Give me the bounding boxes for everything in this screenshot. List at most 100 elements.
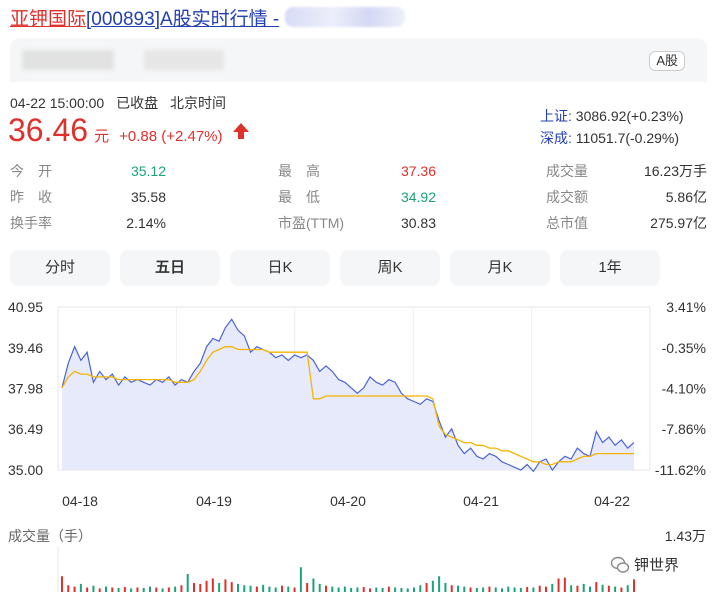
volume-bar — [274, 587, 277, 592]
stock-name-link[interactable]: 亚钾国际 — [10, 4, 86, 31]
volume-bar — [111, 587, 114, 592]
volume-max-label: 1.43万 — [665, 528, 706, 544]
volume-bar — [224, 579, 227, 592]
volume-label: 成交量（手） — [8, 528, 92, 544]
x-tick-label: 04-19 — [196, 493, 232, 509]
stat-value: 35.12 — [130, 163, 166, 179]
y-tick-label: 40.95 — [8, 299, 43, 315]
volume-bar — [67, 585, 70, 592]
volume-bar — [281, 585, 283, 592]
volume-bar — [469, 587, 472, 592]
tab-4[interactable]: 月K — [450, 250, 550, 286]
y-tick-label: 35.00 — [8, 462, 43, 478]
market-badge: A股 — [649, 51, 685, 71]
volume-bar — [488, 586, 491, 592]
volume-bar — [299, 567, 302, 592]
up-arrow-icon — [232, 122, 249, 139]
tab-2[interactable]: 日K — [230, 250, 330, 286]
volume-bar — [582, 583, 585, 592]
volume-bar — [312, 578, 315, 592]
stat-label: 成交额 — [546, 189, 588, 205]
volume-bar — [532, 587, 535, 592]
volume-bar — [431, 580, 434, 592]
volume-bar — [237, 583, 239, 592]
volume-bar — [79, 583, 82, 592]
current-price: 36.46 — [8, 112, 89, 148]
volume-bar — [155, 587, 158, 592]
volume-bar — [325, 585, 327, 592]
x-tick-label: 04-22 — [594, 493, 630, 509]
volume-bar — [570, 585, 573, 592]
volume-bar — [595, 582, 598, 592]
volume-bar — [538, 585, 541, 592]
volume-bar — [419, 585, 422, 592]
volume-bar — [230, 582, 233, 592]
volume-bar — [438, 576, 441, 592]
index-row-sz[interactable]: 深成: 11051.7(-0.29%) — [540, 127, 684, 149]
stat-label: 成交量 — [546, 163, 588, 179]
volume-bar — [601, 584, 604, 592]
volume-bar — [255, 586, 258, 592]
pct-tick-label: -0.35% — [662, 340, 706, 356]
volume-bar — [337, 587, 340, 592]
volume-bar — [180, 585, 183, 592]
volume-bar — [501, 588, 503, 592]
volume-bar — [425, 583, 428, 592]
volume-bar — [130, 588, 133, 592]
volume-bar — [199, 583, 202, 592]
y-tick-label: 39.46 — [8, 340, 43, 356]
index-row-sh[interactable]: 上证: 3086.92(+0.23%) — [540, 105, 684, 127]
volume-bar — [463, 586, 466, 592]
volume-bar — [105, 586, 107, 592]
volume-bar — [343, 586, 346, 592]
volume-bar — [356, 587, 359, 592]
volume-bar — [205, 580, 208, 592]
volume-bar — [457, 585, 459, 592]
tab-0[interactable]: 分时 — [10, 250, 110, 286]
volume-bar — [526, 587, 529, 592]
volume-bar — [387, 586, 390, 592]
pct-tick-label: -11.62% — [655, 462, 706, 478]
stat-value: 2.14% — [126, 215, 166, 231]
quote-datetime: 04-22 15:00:00 — [10, 95, 105, 111]
stat-value: 16.23万手 — [643, 163, 707, 179]
stat-value: 34.92 — [400, 189, 436, 205]
volume-bar — [98, 588, 101, 592]
quote-stats: 今 开 35.12 最 高 37.36 成交量 16.23万手昨 收 35.58 最 低 34.… — [10, 160, 707, 238]
volume-bar — [482, 587, 485, 592]
index-label[interactable]: 上证: — [540, 108, 572, 124]
price-block: 36.46 元 +0.88 (+2.47%) — [8, 112, 251, 149]
stat-row: 换手率 2.14% 市盈(TTM) 30.83 总市值 275.97亿 — [10, 212, 707, 238]
tab-3[interactable]: 周K — [340, 250, 440, 286]
stat-label: 最 低 — [278, 189, 320, 205]
tab-1[interactable]: 五日 — [120, 250, 220, 286]
volume-bar — [394, 587, 397, 592]
volume-bar — [92, 585, 95, 592]
volume-bar — [507, 586, 510, 592]
stat-value: 30.83 — [400, 215, 436, 231]
quote-time: 04-22 15:00:00 已收盘 北京时间 — [10, 93, 234, 113]
volume-bar — [545, 586, 547, 592]
volume-bar — [557, 578, 560, 592]
tab-5[interactable]: 1年 — [560, 250, 660, 286]
volume-bar — [123, 587, 126, 592]
five-day-chart: 40.95 3.41% 39.46 -0.35% 37.98 -4.10% 36.49 -7.… — [8, 299, 706, 592]
page-title[interactable]: 亚钾国际 [000893]A股实时行情 - — [10, 4, 406, 31]
watermark: 钾世界 — [610, 554, 679, 575]
x-tick-label: 04-21 — [463, 493, 499, 509]
volume-bar — [331, 586, 334, 592]
timezone-label: 北京时间 — [169, 95, 226, 111]
volume-bar — [86, 587, 89, 592]
volume-bar — [243, 585, 246, 592]
price-area — [62, 319, 634, 472]
volume-bar — [161, 588, 164, 592]
volume-bar — [475, 587, 478, 592]
volume-bar — [400, 587, 403, 592]
market-state: 已收盘 — [116, 95, 159, 111]
volume-bar — [262, 584, 265, 592]
stock-code-link[interactable]: [000893]A股实时行情 - — [86, 4, 279, 31]
price-change: +0.88 (+2.47%) — [119, 128, 223, 145]
volume-bar — [142, 587, 145, 592]
volume-bar — [306, 583, 309, 592]
index-label[interactable]: 深成: — [540, 130, 572, 146]
